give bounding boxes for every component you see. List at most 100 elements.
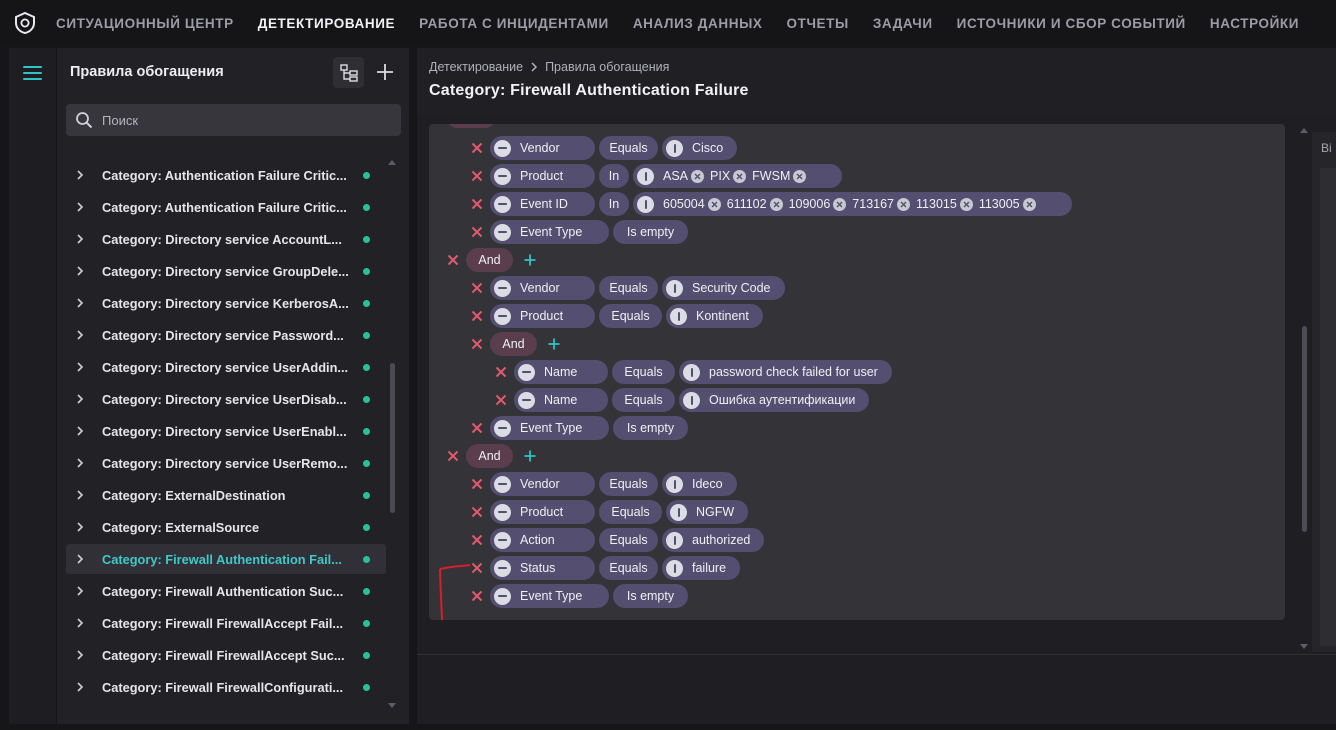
tree-view-button[interactable] bbox=[333, 57, 364, 88]
condition-field[interactable]: Event Type bbox=[490, 584, 609, 608]
condition-field[interactable]: Status bbox=[490, 556, 595, 580]
condition-field[interactable]: Product bbox=[490, 164, 595, 188]
remove-icon[interactable] bbox=[494, 393, 508, 407]
remove-icon[interactable] bbox=[446, 253, 460, 267]
remove-icon[interactable] bbox=[470, 337, 484, 351]
condition-value[interactable]: Cisco bbox=[662, 136, 738, 160]
nav-item[interactable]: ЗАДАЧИ bbox=[873, 16, 933, 31]
rule-item[interactable]: Category: Firewall FirewallAccept Suc... bbox=[66, 640, 386, 670]
chevron-right-icon[interactable] bbox=[76, 649, 86, 661]
rule-item[interactable]: Category: Authentication Failure Critic.… bbox=[66, 160, 386, 190]
chip-remove-icon[interactable] bbox=[959, 197, 973, 211]
remove-icon[interactable] bbox=[470, 169, 484, 183]
chip-remove-icon[interactable] bbox=[833, 197, 847, 211]
condition-operator[interactable]: In bbox=[599, 192, 629, 216]
condition-field[interactable]: Name bbox=[514, 388, 608, 412]
condition-value[interactable]: Security Code bbox=[662, 276, 785, 300]
chevron-right-icon[interactable] bbox=[76, 201, 86, 213]
group-operator[interactable]: And bbox=[466, 444, 513, 468]
chevron-right-icon[interactable] bbox=[76, 617, 86, 629]
condition-values[interactable]: 605004 611102 109006 713167 113015 113005 bbox=[633, 192, 1072, 216]
condition-field[interactable]: Name bbox=[514, 360, 608, 384]
condition-operator[interactable]: Equals bbox=[599, 276, 658, 300]
remove-icon[interactable] bbox=[470, 477, 484, 491]
rule-item[interactable]: Category: Firewall Authentication Fail..… bbox=[66, 544, 386, 574]
breadcrumb-detection[interactable]: Детектирование bbox=[429, 60, 523, 74]
remove-icon[interactable] bbox=[470, 309, 484, 323]
condition-operator[interactable]: Equals bbox=[599, 136, 658, 160]
chevron-right-icon[interactable] bbox=[76, 329, 86, 341]
chevron-right-icon[interactable] bbox=[76, 489, 86, 501]
chip-remove-icon[interactable] bbox=[793, 169, 807, 183]
condition-value[interactable]: Ideco bbox=[662, 472, 737, 496]
chevron-right-icon[interactable] bbox=[76, 425, 86, 437]
nav-item[interactable]: ОТЧЕТЫ bbox=[787, 16, 849, 31]
rule-item[interactable]: Category: Firewall Authentication Suc... bbox=[66, 576, 386, 606]
search-input[interactable] bbox=[100, 111, 380, 129]
chevron-right-icon[interactable] bbox=[76, 521, 86, 533]
chevron-right-icon[interactable] bbox=[76, 553, 86, 565]
chevron-right-icon[interactable] bbox=[76, 585, 86, 597]
rule-item[interactable]: Category: Directory service UserEnabl... bbox=[66, 416, 386, 446]
condition-operator[interactable]: Equals bbox=[612, 360, 675, 384]
condition-operator[interactable]: Is empty bbox=[613, 220, 688, 244]
rule-item[interactable]: Category: Directory service AccountL... bbox=[66, 224, 386, 254]
rule-item[interactable]: Category: Firewall FirewallAccept Fail..… bbox=[66, 608, 386, 638]
condition-field[interactable]: Event ID bbox=[490, 192, 595, 216]
condition-value[interactable]: password check failed for user bbox=[679, 360, 892, 384]
chevron-right-icon[interactable] bbox=[76, 681, 86, 693]
nav-item[interactable]: РАБОТА С ИНЦИДЕНТАМИ bbox=[419, 16, 609, 31]
rule-item[interactable]: Category: Directory service UserRemo... bbox=[66, 448, 386, 478]
condition-operator[interactable]: Equals bbox=[599, 304, 662, 328]
condition-field[interactable]: Event Type bbox=[490, 220, 609, 244]
condition-field[interactable]: Vendor bbox=[490, 472, 595, 496]
nav-item[interactable]: СИТУАЦИОННЫЙ ЦЕНТР bbox=[56, 16, 234, 31]
nav-item[interactable]: НАСТРОЙКИ bbox=[1210, 16, 1299, 31]
condition-value[interactable]: Kontinent bbox=[666, 304, 763, 328]
condition-value[interactable]: authorized bbox=[662, 528, 765, 552]
add-rule-button[interactable] bbox=[373, 60, 397, 84]
rule-item[interactable]: Category: Directory service UserDisab... bbox=[66, 384, 386, 414]
chip-remove-icon[interactable] bbox=[769, 197, 783, 211]
chevron-right-icon[interactable] bbox=[76, 361, 86, 373]
rule-item[interactable]: Category: Directory service GroupDele... bbox=[66, 256, 386, 286]
condition-operator[interactable]: Equals bbox=[599, 500, 662, 524]
condition-value[interactable]: failure bbox=[662, 556, 741, 580]
condition-values[interactable]: ASA PIX FWSM bbox=[633, 164, 843, 188]
chevron-right-icon[interactable] bbox=[76, 297, 86, 309]
nav-item[interactable]: ИСТОЧНИКИ И СБОР СОБЫТИЙ bbox=[957, 16, 1186, 31]
breadcrumb-enrichment-rules[interactable]: Правила обогащения bbox=[545, 60, 669, 74]
add-condition-icon[interactable] bbox=[523, 253, 537, 267]
rule-item[interactable]: Category: Directory service KerberosA... bbox=[66, 288, 386, 318]
condition-field[interactable]: Action bbox=[490, 528, 595, 552]
chip-remove-icon[interactable] bbox=[733, 169, 747, 183]
rule-item[interactable]: Category: ExternalDestination bbox=[66, 480, 386, 510]
editor-scrollbar[interactable] bbox=[1300, 128, 1308, 649]
chip-remove-icon[interactable] bbox=[1022, 197, 1036, 211]
rule-item[interactable]: Category: Firewall FirewallConfigurati..… bbox=[66, 672, 386, 702]
chevron-right-icon[interactable] bbox=[76, 233, 86, 245]
rule-item[interactable]: Category: Authentication Failure Critic.… bbox=[66, 192, 386, 222]
condition-value[interactable]: Ошибка аутентификации bbox=[679, 388, 870, 412]
remove-icon[interactable] bbox=[470, 225, 484, 239]
remove-icon[interactable] bbox=[470, 141, 484, 155]
add-condition-icon[interactable] bbox=[523, 449, 537, 463]
sidebar-scrollbar[interactable] bbox=[388, 160, 396, 720]
nav-item[interactable]: ДЕТЕКТИРОВАНИЕ bbox=[258, 16, 395, 31]
remove-icon[interactable] bbox=[470, 561, 484, 575]
chip-remove-icon[interactable] bbox=[691, 169, 705, 183]
condition-field[interactable]: Vendor bbox=[490, 136, 595, 160]
chevron-right-icon[interactable] bbox=[76, 457, 86, 469]
remove-icon[interactable] bbox=[470, 505, 484, 519]
remove-icon[interactable] bbox=[470, 281, 484, 295]
condition-operator[interactable]: Equals bbox=[612, 388, 675, 412]
remove-icon[interactable] bbox=[470, 421, 484, 435]
remove-icon[interactable] bbox=[470, 589, 484, 603]
group-operator[interactable]: And bbox=[466, 248, 513, 272]
menu-icon[interactable] bbox=[23, 66, 42, 80]
rule-item[interactable]: Category: ExternalSource bbox=[66, 512, 386, 542]
logo-icon[interactable] bbox=[12, 10, 38, 36]
condition-operator[interactable]: Equals bbox=[599, 528, 658, 552]
condition-field[interactable]: Product bbox=[490, 304, 595, 328]
chip-remove-icon[interactable] bbox=[707, 197, 721, 211]
